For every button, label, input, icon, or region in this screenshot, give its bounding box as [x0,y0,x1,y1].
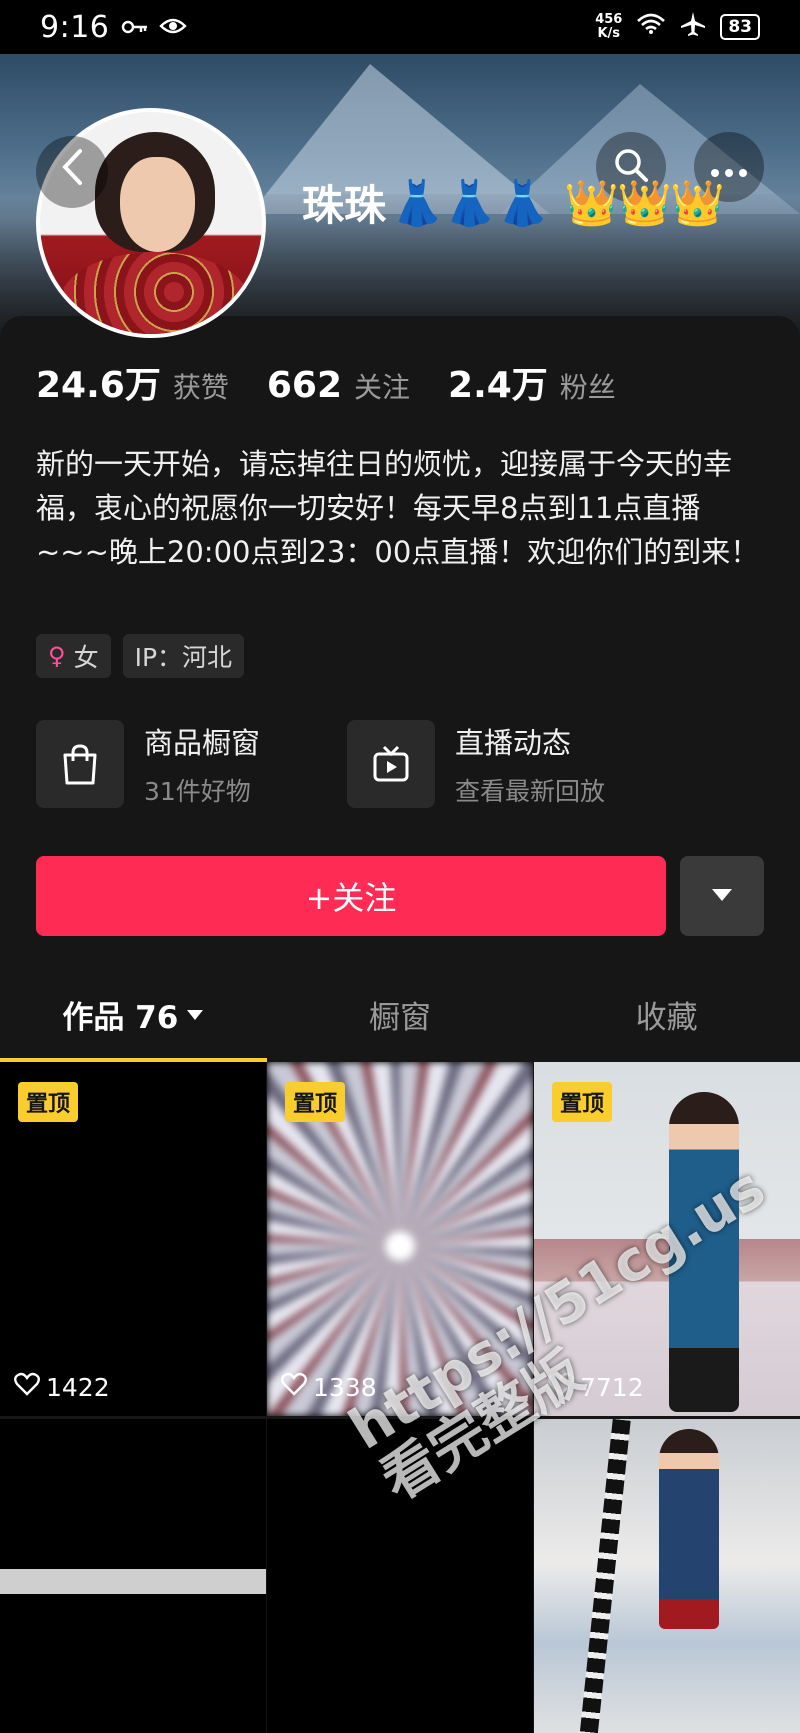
video-thumbnail[interactable]: 置顶 7712 [534,1062,800,1416]
profile-bio: 新的一天开始，请忘掉往日的烦忧，迎接属于今天的幸福，衷心的祝愿你一切安好！每天早… [36,447,760,569]
stat-followers[interactable]: 2.4万 粉丝 [448,356,616,408]
stat-value: 2.4万 [448,365,548,406]
video-image [534,1419,800,1733]
tab-favorites[interactable]: 收藏 [533,966,800,1062]
like-count-value: 1338 [313,1372,377,1402]
like-count: 7712 [548,1372,644,1402]
gender-label: 女 [73,643,99,672]
username: 珠珠 [302,181,387,230]
stat-likes[interactable]: 24.6万 获赞 [36,356,229,408]
video-thumbnail[interactable]: 置顶 1422 [0,1062,266,1416]
heart-icon [281,1372,313,1402]
caret-down-icon [186,1002,204,1026]
status-left-icons [121,13,188,41]
like-count-value: 7712 [580,1372,644,1402]
video-person [659,1429,719,1629]
pinned-badge: 置顶 [18,1082,79,1122]
video-thumbnail[interactable] [267,1419,533,1733]
stats-row: 24.6万 获赞 662 关注 2.4万 粉丝 [36,356,654,408]
tv-icon [347,720,435,808]
battery-indicator: 83 [720,14,760,40]
entry-text: 商品橱窗 31件好物 [144,720,260,808]
video-thumbnail[interactable] [0,1419,266,1733]
entry-subtitle: 查看最新回放 [455,777,606,806]
stat-label: 关注 [354,371,411,404]
net-speed-value: 456 [595,12,623,27]
key-icon [121,13,149,41]
chevron-left-icon [60,147,84,197]
eye-icon [159,13,188,41]
gender-tag: ♀ 女 [36,634,111,678]
pinned-badge: 置顶 [552,1082,613,1122]
caret-down-icon [711,887,733,906]
stat-value: 24.6万 [36,365,161,406]
status-bar: 9:16 456 K/s 83 [0,0,800,54]
wifi-icon [636,13,666,41]
like-count-value: 1422 [46,1372,110,1402]
avatar-face [120,157,195,252]
recommend-dropdown-button[interactable] [680,856,764,936]
film-strip [579,1419,631,1733]
crown-decoration: 👑👑👑 [564,177,724,229]
profile-cover: 珠珠 👗👗👗 👑👑👑 [0,54,800,354]
follow-button[interactable]: +关注 [36,856,666,936]
stat-label: 获赞 [172,371,229,404]
like-count: 1422 [14,1372,110,1402]
video-image [0,1569,266,1594]
entry-text: 直播动态 查看最新回放 [455,720,605,808]
username-row: 珠珠 👗👗👗 👑👑👑 [302,172,725,233]
video-thumbnail[interactable]: 置顶 1338 [267,1062,533,1416]
profile-tags: ♀ 女 IP：河北 [36,634,245,678]
stat-value: 662 [266,365,342,406]
airplane-icon [680,11,706,43]
stat-following[interactable]: 662 关注 [267,365,410,406]
shop-window-entry[interactable]: 商品橱窗 31件好物 [36,720,260,808]
live-updates-entry[interactable]: 直播动态 查看最新回放 [347,720,605,808]
tab-label: 橱窗 [369,999,431,1036]
entry-subtitle: 31件好物 [144,777,251,806]
video-thumbnail[interactable] [534,1419,800,1733]
tab-label: 作品 76 [62,999,179,1036]
status-time: 9:16 [40,9,110,45]
tab-label: 收藏 [635,999,698,1036]
net-speed: 456 K/s [595,13,622,41]
pinned-badge: 置顶 [285,1082,346,1122]
entry-title: 商品橱窗 [144,726,261,760]
avatar-dress [60,252,250,334]
shopping-bag-icon [36,720,124,808]
net-speed-unit: K/s [597,26,621,41]
female-icon: ♀ [48,642,66,670]
ip-label: IP：河北 [134,643,233,672]
heart-icon [14,1372,46,1402]
status-right: 456 K/s 83 [595,11,760,43]
like-count: 1338 [281,1372,377,1402]
profile-tabs: 作品 76 橱窗 收藏 [0,966,800,1062]
tab-shop-window[interactable]: 橱窗 [267,966,534,1062]
video-grid: 置顶 1422 置顶 1338 置顶 7712 [0,1062,800,1733]
tab-works[interactable]: 作品 76 [0,966,267,1062]
video-person [669,1092,739,1412]
back-button[interactable] [36,136,108,208]
ip-tag: IP：河北 [122,634,245,678]
stat-label: 粉丝 [559,371,616,404]
heart-icon [548,1372,580,1402]
entry-title: 直播动态 [455,726,572,760]
dress-decoration: 👗👗👗 [390,177,550,229]
